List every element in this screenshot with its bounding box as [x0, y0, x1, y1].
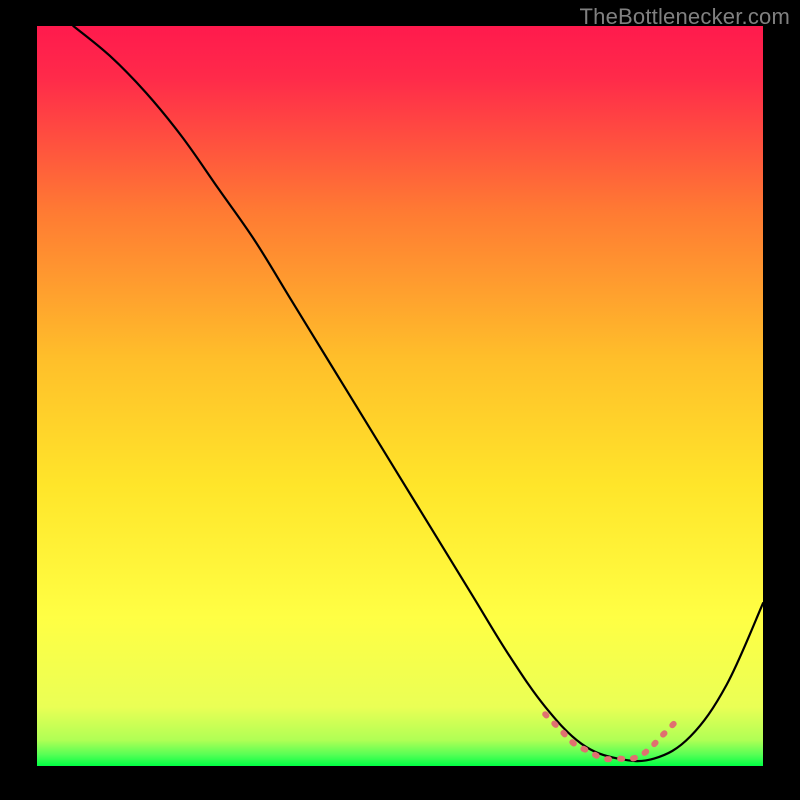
- gradient-background: [37, 26, 763, 766]
- chart-container: TheBottlenecker.com: [0, 0, 800, 800]
- watermark-text: TheBottlenecker.com: [580, 4, 790, 30]
- plot-area: [37, 26, 763, 766]
- chart-svg: [37, 26, 763, 766]
